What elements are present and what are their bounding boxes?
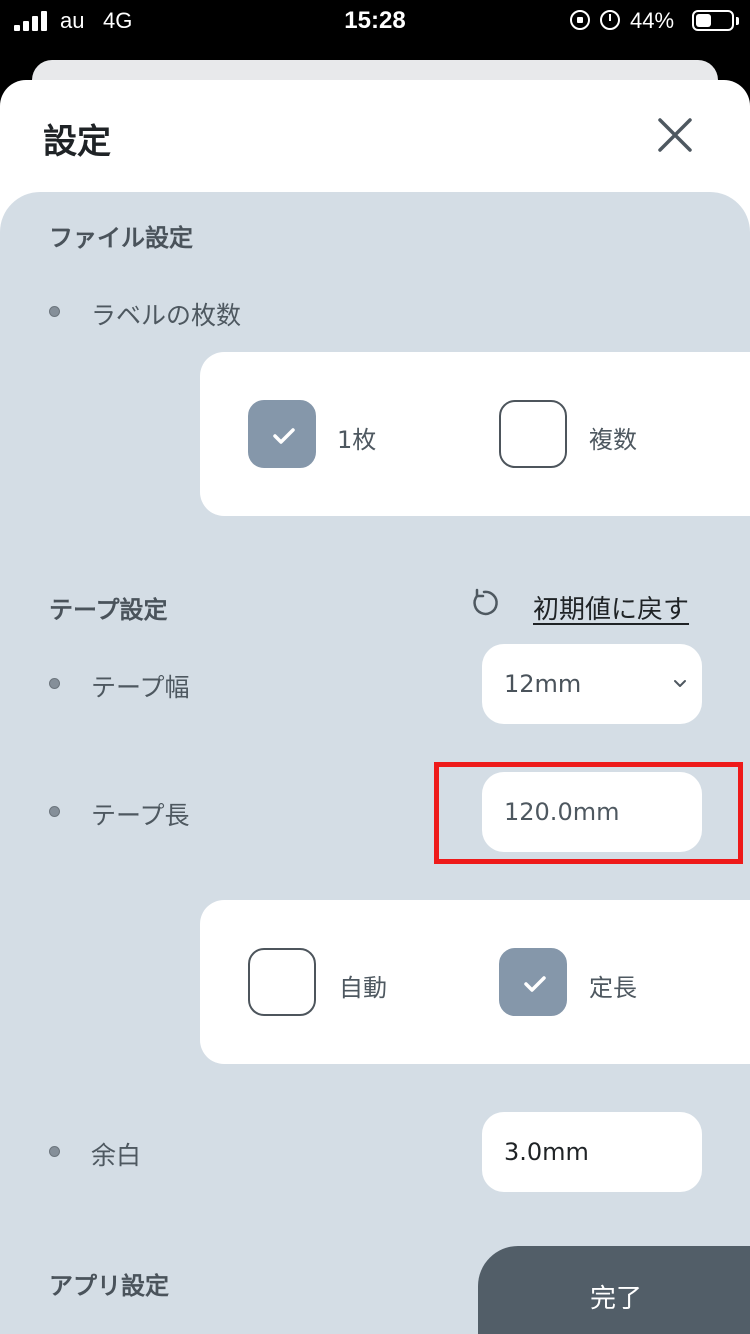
option-multiple-label[interactable]: 複数: [589, 420, 637, 455]
checkbox-multiple[interactable]: [499, 400, 567, 468]
done-button[interactable]: 完了: [478, 1246, 750, 1334]
alarm-icon: [600, 10, 620, 30]
chevron-down-icon: [674, 680, 686, 687]
tape-settings-title: テープ設定: [49, 596, 168, 624]
file-settings-title: ファイル設定: [49, 224, 193, 252]
check-icon: [273, 428, 295, 444]
highlight-box: [434, 762, 743, 864]
battery-icon: [692, 10, 734, 31]
reset-defaults-link[interactable]: 初期値に戻す: [533, 589, 689, 626]
check-icon: [524, 976, 546, 992]
modal-title: 設定: [43, 122, 111, 162]
battery-percent: 44%: [630, 8, 675, 33]
bullet-icon: [49, 306, 60, 317]
checkbox-fixed[interactable]: [499, 948, 567, 1016]
close-icon: [658, 118, 692, 152]
battery-cap: [736, 17, 739, 25]
bullet-icon: [49, 678, 60, 689]
tape-width-select[interactable]: 12mm: [482, 644, 702, 724]
settings-modal: 設定 ファイル設定 ラベルの枚数 1枚 複数 テープ設定 初期値に戻す テープ幅…: [0, 80, 750, 1334]
tape-width-value: 12mm: [504, 670, 582, 698]
margin-input[interactable]: 3.0mm: [482, 1112, 702, 1192]
tape-length-options: 自動 定長: [200, 900, 750, 1064]
tape-length-label: テープ長: [91, 801, 190, 830]
label-count-options: 1枚 複数: [200, 352, 750, 516]
rotation-lock-icon: [570, 10, 590, 30]
bullet-icon: [49, 806, 60, 817]
status-bar: au 4G 15:28 44%: [0, 0, 750, 42]
close-button[interactable]: [650, 110, 700, 160]
checkbox-single[interactable]: [248, 400, 316, 468]
bullet-icon: [49, 1146, 60, 1157]
margin-label: 余白: [91, 1141, 142, 1170]
option-fixed-label[interactable]: 定長: [589, 968, 637, 1003]
checkbox-auto[interactable]: [248, 948, 316, 1016]
option-single-label[interactable]: 1枚: [337, 420, 376, 455]
app-settings-title: アプリ設定: [49, 1272, 169, 1300]
battery-fill: [696, 14, 711, 27]
option-auto-label[interactable]: 自動: [339, 968, 387, 1003]
label-count-label: ラベルの枚数: [91, 301, 242, 330]
tape-width-label: テープ幅: [91, 673, 190, 702]
reset-icon[interactable]: [468, 587, 500, 619]
